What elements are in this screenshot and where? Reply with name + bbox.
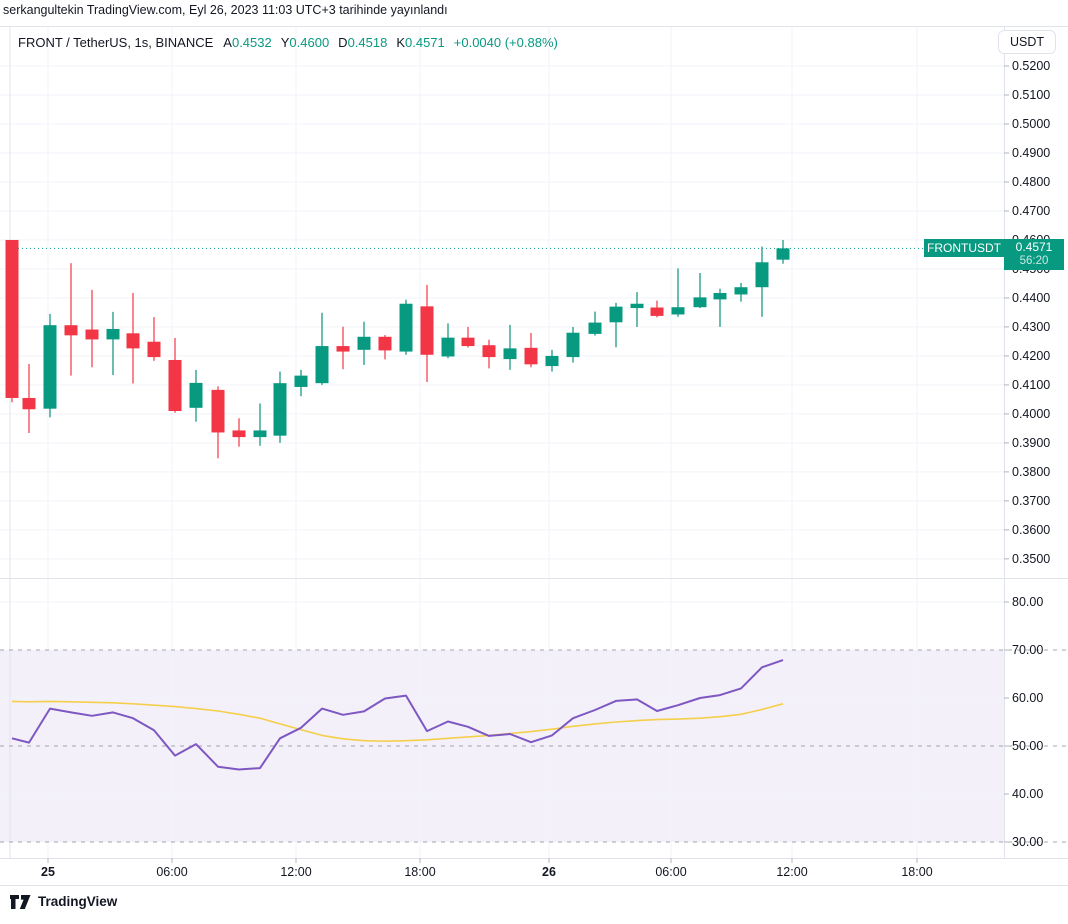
candle: [254, 430, 267, 437]
time-axis-label: 18:00: [404, 865, 435, 879]
ohlc-values: A0.4532 Y0.4600 D0.4518 K0.4571: [223, 35, 453, 50]
bar-countdown: 56:20: [1004, 255, 1064, 268]
candle: [483, 345, 496, 357]
axis-label: 0.4900: [1012, 146, 1050, 160]
current-price: 0.4571: [1004, 240, 1064, 255]
candle: [777, 248, 790, 259]
candle: [400, 304, 413, 352]
candle: [546, 356, 559, 366]
candle: [148, 342, 161, 357]
candle: [337, 346, 350, 352]
candle: [694, 297, 707, 307]
candle: [107, 329, 120, 339]
time-axis[interactable]: 25 06:00 12:00 18:00 26 06:00 12:00 18:00: [0, 858, 1068, 886]
tradingview-logo-icon[interactable]: [10, 895, 31, 909]
time-axis-label: 06:00: [156, 865, 187, 879]
time-axis-label: 12:00: [776, 865, 807, 879]
candle: [274, 383, 287, 435]
axis-label: 0.5000: [1012, 117, 1050, 131]
candle: [651, 308, 664, 316]
axis-label: 50.00: [1012, 739, 1043, 753]
candle: [169, 360, 182, 411]
time-axis-label: 26: [542, 865, 556, 879]
ohlc-item: K0.4571: [396, 35, 444, 50]
axis-label: 0.4400: [1012, 291, 1050, 305]
candle: [421, 306, 434, 354]
candle: [735, 287, 748, 294]
time-axis-label: 06:00: [655, 865, 686, 879]
ohlc-item: D0.4518: [338, 35, 387, 50]
axis-label: 40.00: [1012, 787, 1043, 801]
axis-label: 60.00: [1012, 691, 1043, 705]
price-line-symbol-label: FRONTUSDT: [924, 239, 1004, 257]
symbol-title[interactable]: FRONT / TetherUS, 1s, BINANCE: [18, 35, 213, 50]
time-axis-label: 12:00: [280, 865, 311, 879]
axis-label: 0.4300: [1012, 320, 1050, 334]
time-axis-label: 18:00: [901, 865, 932, 879]
currency-button[interactable]: USDT: [998, 30, 1056, 54]
candle: [379, 337, 392, 351]
candle: [316, 346, 329, 383]
axis-label: 0.3500: [1012, 552, 1050, 566]
candle: [504, 348, 517, 359]
candle: [6, 240, 19, 398]
axis-label: 0.4800: [1012, 175, 1050, 189]
axis-label: 0.5200: [1012, 59, 1050, 73]
candle: [525, 348, 538, 365]
candle: [442, 338, 455, 357]
ohlc-item: Y0.4600: [281, 35, 329, 50]
candle: [295, 376, 308, 387]
ohlc-item: A0.4532: [223, 35, 271, 50]
candle: [233, 430, 246, 437]
candle: [127, 333, 140, 348]
chart-canvas[interactable]: [0, 26, 1068, 886]
price-change: +0.0040 (+0.88%): [454, 35, 558, 50]
candle: [462, 338, 475, 346]
candle: [190, 383, 203, 408]
axis-label: 0.4200: [1012, 349, 1050, 363]
candle: [358, 337, 371, 350]
axis-label: 80.00: [1012, 595, 1043, 609]
axis-label: 0.3900: [1012, 436, 1050, 450]
candle: [631, 304, 644, 308]
tradingview-brand[interactable]: TradingView: [38, 894, 117, 909]
axis-price-label: 0.4571 56:20: [1004, 239, 1064, 270]
price-axis[interactable]: 0.52000.51000.50000.49000.48000.47000.46…: [1004, 26, 1068, 858]
axis-label: 70.00: [1012, 643, 1043, 657]
published-chart-page: serkangultekin TradingView.com, Eyl 26, …: [0, 0, 1068, 924]
chart-container: FRONT / TetherUS, 1s, BINANCE A0.4532 Y0.4…: [0, 26, 1068, 886]
axis-label: 0.5100: [1012, 88, 1050, 102]
axis-label: 0.4700: [1012, 204, 1050, 218]
chart-legend: FRONT / TetherUS, 1s, BINANCE A0.4532 Y0.4…: [18, 35, 558, 50]
axis-label: 0.3600: [1012, 523, 1050, 537]
rsi-band: [0, 650, 1004, 842]
axis-label: 0.4000: [1012, 407, 1050, 421]
candle: [714, 293, 727, 299]
axis-label: 30.00: [1012, 835, 1043, 849]
candle: [672, 307, 685, 314]
candle: [212, 390, 225, 433]
axis-label: 0.3800: [1012, 465, 1050, 479]
candle: [65, 325, 78, 335]
time-axis-label: 25: [41, 865, 55, 879]
candle: [589, 323, 602, 334]
candle: [23, 398, 36, 409]
attribution-text: serkangultekin TradingView.com, Eyl 26, …: [3, 3, 448, 17]
candle: [567, 333, 580, 357]
footer: TradingView: [10, 894, 117, 909]
axis-label: 0.3700: [1012, 494, 1050, 508]
candle: [610, 307, 623, 323]
candle: [86, 330, 99, 340]
candle: [756, 262, 769, 287]
axis-label: 0.4100: [1012, 378, 1050, 392]
candle: [44, 325, 57, 408]
